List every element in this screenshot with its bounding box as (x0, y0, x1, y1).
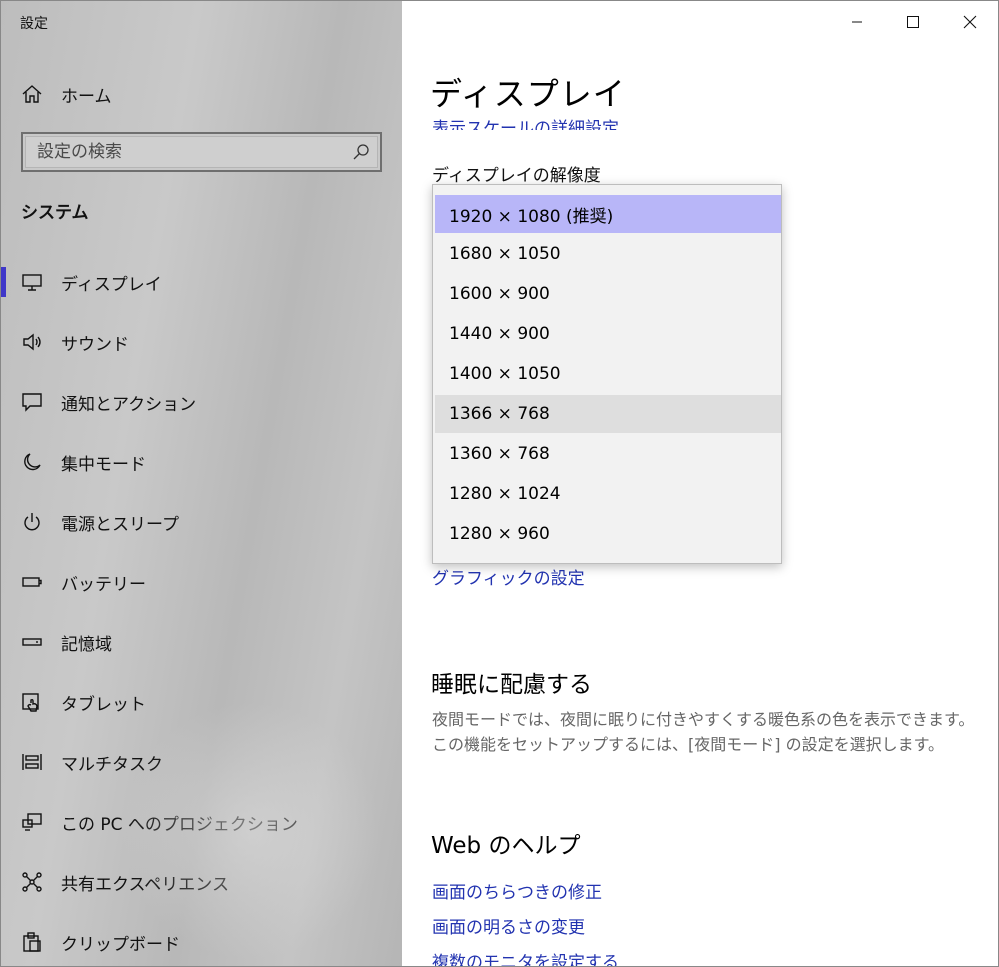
resolution-label: ディスプレイの解像度 (432, 166, 601, 186)
page-title: ディスプレイ (430, 75, 626, 113)
close-button[interactable] (947, 6, 993, 38)
sidebar-item-label: タブレット (61, 694, 146, 715)
sidebar-item-battery[interactable]: バッテリー (1, 552, 402, 612)
minimize-button[interactable] (834, 6, 880, 38)
sidebar-item-projection[interactable]: この PC へのプロジェクション (1, 792, 402, 852)
moon-icon (24, 453, 41, 471)
speaker-icon (23, 333, 41, 351)
resolution-option[interactable]: 1360 × 768 (435, 435, 781, 473)
sidebar-item-label: 記憶域 (61, 634, 112, 655)
sidebar-item-focus[interactable]: 集中モード (1, 432, 402, 492)
battery-icon (22, 577, 42, 587)
graphics-settings-link[interactable]: グラフィックの設定 (432, 564, 585, 589)
resolution-option[interactable]: 1366 × 768 (435, 395, 781, 433)
section-title: システム (21, 203, 89, 223)
sidebar-item-sound[interactable]: サウンド (1, 312, 402, 372)
sidebar-nav: ディスプレイ サウンド 通知とアクション 集中モード 電源とスリープ バッテリー (1, 252, 402, 966)
sidebar-item-label: 通知とアクション (61, 394, 197, 415)
sidebar-item-clipboard[interactable]: クリップボード (1, 912, 402, 966)
help-link-flicker[interactable]: 画面のちらつきの修正 (432, 878, 602, 903)
resolution-dropdown[interactable]: 1920 × 1080 (推奨) 1680 × 1050 1600 × 900 … (432, 184, 782, 564)
sidebar-item-shared-experiences[interactable]: 共有エクスペリエンス (1, 852, 402, 912)
sleep-heading: 睡眠に配慮する (431, 672, 592, 698)
sidebar-item-display[interactable]: ディスプレイ (1, 252, 402, 312)
notification-icon (22, 393, 42, 412)
sidebar-item-label: この PC へのプロジェクション (61, 814, 298, 835)
close-icon (963, 15, 977, 29)
multitask-icon (22, 754, 42, 770)
sidebar-item-label: クリップボード (61, 934, 180, 955)
maximize-button[interactable] (890, 6, 936, 38)
clipboard-icon (23, 932, 41, 952)
sidebar-item-power[interactable]: 電源とスリープ (1, 492, 402, 552)
search-input[interactable] (37, 140, 337, 164)
sleep-description: 夜間モードでは、夜間に眠りに付きやすくする暖色系の色を表示できます。 この機能を… (432, 707, 974, 757)
help-link-brightness[interactable]: 画面の明るさの変更 (432, 913, 585, 938)
resolution-option[interactable]: 1280 × 960 (435, 515, 781, 553)
home-link[interactable]: ホーム (21, 79, 112, 109)
power-icon (24, 513, 40, 531)
sidebar-item-tablet[interactable]: タブレット (1, 672, 402, 732)
projection-icon (22, 813, 42, 831)
sidebar-item-label: サウンド (61, 334, 129, 355)
sidebar-item-multitasking[interactable]: マルチタスク (1, 732, 402, 792)
sleep-description-line-2: この機能をセットアップするには、[夜間モード] の設定を選択します。 (432, 735, 944, 754)
resolution-option[interactable]: 1280 × 1024 (435, 475, 781, 513)
resolution-option[interactable]: 1920 × 1080 (推奨) (435, 195, 781, 233)
help-link-multiple-monitors[interactable]: 複数のモニタを設定する (432, 948, 619, 966)
monitor-icon (22, 274, 42, 291)
share-icon (22, 872, 42, 892)
home-icon (22, 85, 42, 103)
help-heading: Web のヘルプ (431, 833, 581, 859)
resolution-option[interactable]: 1600 × 900 (435, 275, 781, 313)
maximize-icon (907, 16, 919, 28)
resolution-option[interactable]: 1400 × 1050 (435, 355, 781, 393)
resolution-option[interactable]: 1440 × 900 (435, 315, 781, 353)
advanced-scaling-label: 表示スケールの詳細設定 (432, 119, 619, 130)
sidebar: 設定 ホーム システム ディスプレイ サウンド (1, 1, 402, 966)
app-title: 設定 (20, 16, 48, 32)
settings-window: 設定 ホーム システム ディスプレイ サウンド (0, 0, 999, 967)
sidebar-item-label: バッテリー (61, 574, 146, 595)
sidebar-item-label: 集中モード (61, 454, 146, 475)
storage-icon (22, 638, 42, 646)
sidebar-item-label: 電源とスリープ (61, 514, 179, 535)
advanced-scaling-link[interactable]: 表示スケールの詳細設定 (432, 113, 619, 130)
search-icon[interactable] (352, 143, 370, 161)
resolution-option[interactable]: 1680 × 1050 (435, 235, 781, 273)
home-label: ホーム (61, 86, 112, 107)
sidebar-item-storage[interactable]: 記憶域 (1, 612, 402, 672)
search-box[interactable] (21, 132, 382, 172)
sidebar-item-label: 共有エクスペリエンス (61, 874, 229, 895)
tablet-icon (22, 693, 39, 712)
sidebar-item-label: マルチタスク (61, 754, 163, 775)
minimize-icon (852, 21, 862, 23)
sleep-description-line-1: 夜間モードでは、夜間に眠りに付きやすくする暖色系の色を表示できます。 (432, 710, 975, 729)
sidebar-item-notifications[interactable]: 通知とアクション (1, 372, 402, 432)
sidebar-item-label: ディスプレイ (61, 274, 162, 295)
